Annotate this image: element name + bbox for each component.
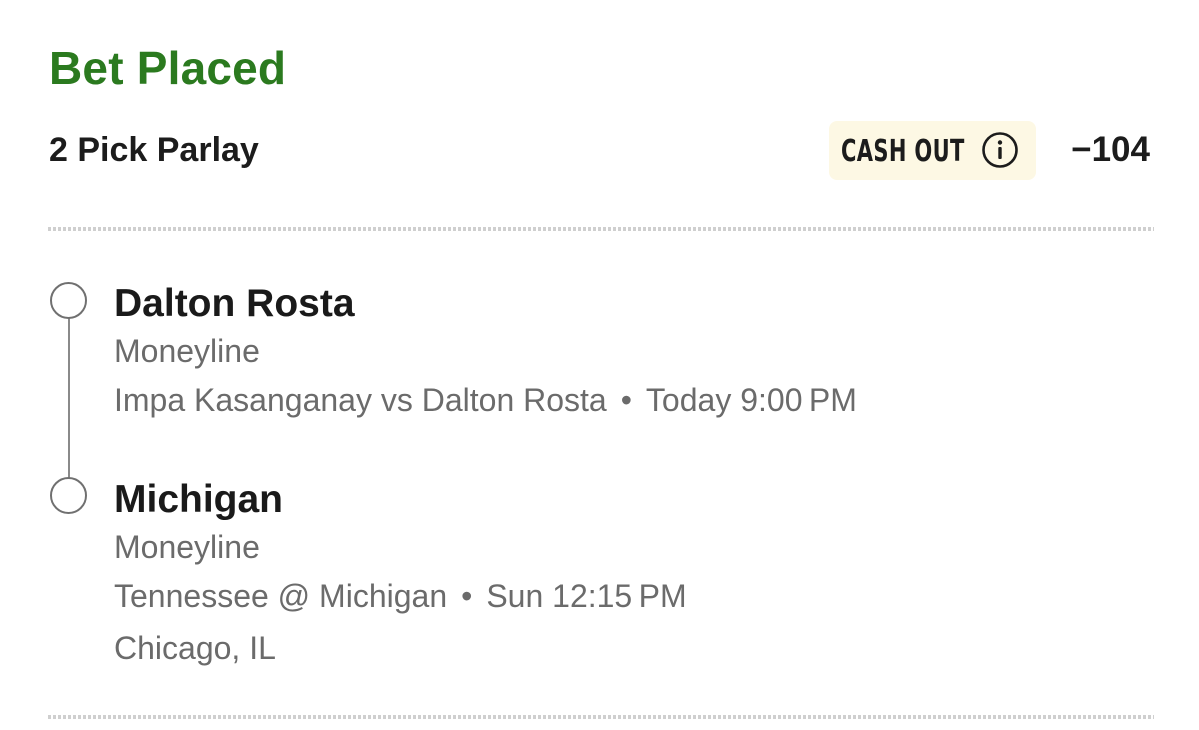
pick-status-circle-icon — [50, 477, 87, 514]
bet-type-label: 2 Pick Parlay — [49, 131, 259, 169]
pick-selection: Dalton Rosta — [114, 282, 355, 325]
pick-event: Tennessee @ Michigan • Sun 12:15 PM — [114, 576, 687, 616]
separator-dot: • — [461, 578, 473, 614]
bet-status-title: Bet Placed — [49, 42, 287, 94]
event-matchup: Tennessee @ Michigan — [114, 578, 448, 614]
separator-dot: • — [620, 382, 632, 418]
pick-market: Moneyline — [114, 529, 260, 565]
parlay-odds: −104 — [1071, 130, 1150, 169]
info-icon[interactable] — [981, 131, 1019, 169]
pick-market: Moneyline — [114, 333, 260, 369]
cash-out-button[interactable]: CASH OUT — [829, 121, 1036, 180]
pick-selection: Michigan — [114, 478, 284, 521]
cash-out-label: CASH OUT — [841, 134, 965, 169]
pick-event: Impa Kasanganay vs Dalton Rosta • Today 9:… — [114, 380, 857, 420]
event-time: Sun 12:15 PM — [486, 578, 687, 614]
event-time: Today 9:00 PM — [645, 382, 857, 418]
timeline-connector — [68, 318, 70, 480]
divider — [48, 715, 1154, 719]
divider — [48, 227, 1154, 231]
event-matchup: Impa Kasanganay vs Dalton Rosta — [114, 382, 607, 418]
bet-location: Chicago, IL — [114, 630, 276, 666]
pick-status-circle-icon — [50, 282, 87, 319]
